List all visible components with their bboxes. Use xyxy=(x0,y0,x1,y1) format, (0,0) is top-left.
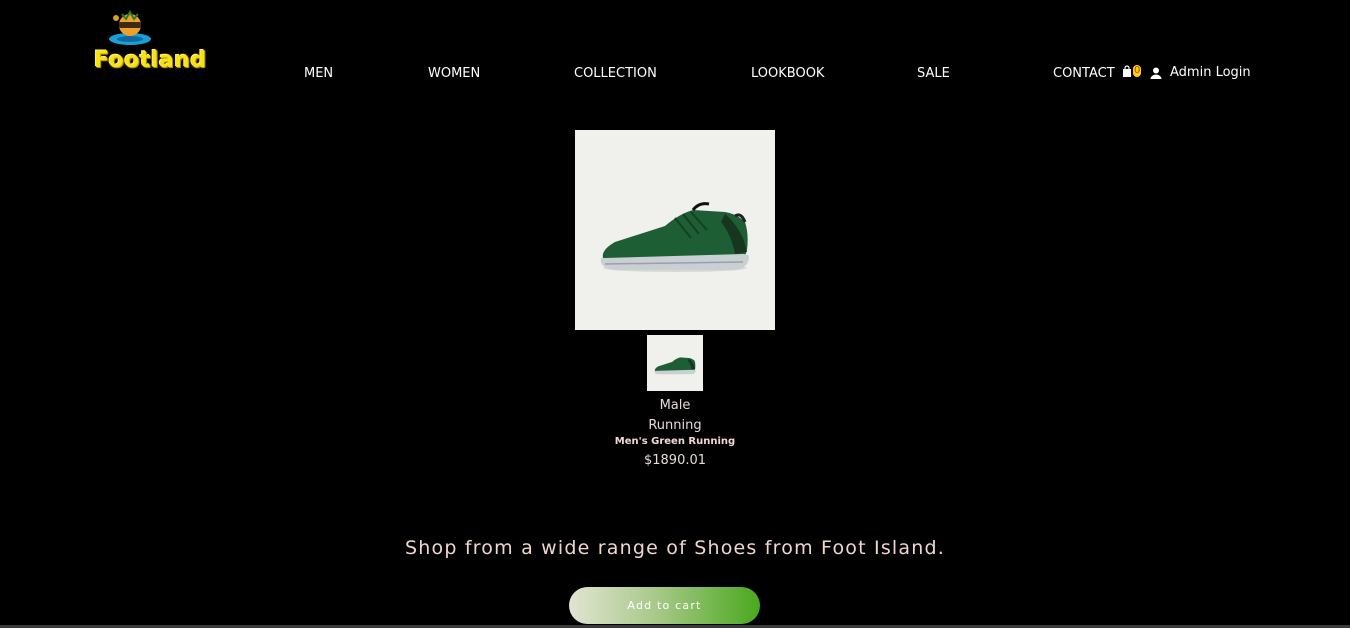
nav-sale[interactable]: SALE xyxy=(917,66,950,81)
product-name: Men's Green Running xyxy=(614,436,736,447)
tagline: Shop from a wide range of Shoes from Foo… xyxy=(405,537,945,559)
product-gender: Male xyxy=(659,398,691,413)
logo-text: Footland xyxy=(94,48,207,73)
cart-count-badge: 0 xyxy=(1133,65,1142,77)
shopping-bag-icon xyxy=(1123,65,1131,77)
nav-collection[interactable]: COLLECTION xyxy=(574,66,657,81)
shoe-thumbnail-icon xyxy=(654,357,696,375)
nav-women[interactable]: WOMEN xyxy=(428,66,480,81)
product-price: $1890.01 xyxy=(643,453,707,468)
add-to-cart-button[interactable]: Add to cart xyxy=(569,587,760,624)
product-main-image[interactable] xyxy=(575,130,775,330)
page: Footland MEN WOMEN COLLECTION LOOKBOOK S… xyxy=(0,0,1350,628)
admin-login-link[interactable]: Admin Login xyxy=(1150,65,1251,80)
nav-men[interactable]: MEN xyxy=(304,66,333,81)
site-logo[interactable]: Footland xyxy=(90,8,220,74)
logo-emblem-icon xyxy=(109,9,151,45)
user-icon xyxy=(1150,67,1162,79)
nav-lookbook[interactable]: LOOKBOOK xyxy=(751,66,824,81)
cart-button[interactable]: 0 xyxy=(1122,65,1142,77)
green-running-shoe-image xyxy=(600,202,749,272)
nav-contact[interactable]: CONTACT xyxy=(1053,66,1115,81)
product-thumbnail[interactable] xyxy=(647,335,703,391)
product-category: Running xyxy=(648,418,702,433)
admin-login-label: Admin Login xyxy=(1170,65,1251,80)
